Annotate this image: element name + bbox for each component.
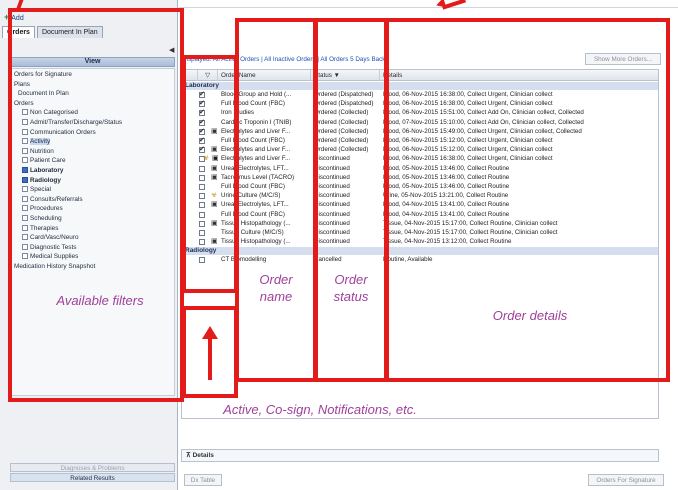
details-label: Details: [192, 452, 214, 459]
order-details-highlight-box: [385, 18, 670, 382]
filters-highlight-box: [8, 8, 184, 402]
active-cosign-note: Active, Co-sign, Notifications, etc.: [223, 402, 417, 417]
dx-table-button[interactable]: Dx Table: [184, 474, 222, 486]
orders-for-signature-button[interactable]: Orders For Signature: [588, 474, 664, 486]
up-arrow-shaft: [208, 338, 212, 380]
order-status-note: Order status: [333, 272, 369, 304]
expand-icon: ⊼: [186, 452, 191, 459]
top-strip: [179, 0, 678, 8]
order-name-highlight-box: [235, 18, 317, 382]
order-status-highlight-box: [314, 18, 388, 382]
order-name-note: Order name: [259, 272, 293, 304]
details-bar[interactable]: ⊼ Details: [181, 449, 659, 462]
up-arrow-head: [202, 326, 218, 339]
flags-highlight-box: [182, 55, 238, 293]
bottom-left-tabs: Diagnoses & Problems Related Results: [10, 462, 175, 482]
related-results-tab[interactable]: Related Results: [10, 473, 175, 482]
diagnoses-problems-tab[interactable]: Diagnoses & Problems: [10, 463, 175, 472]
available-filters-note: Available filters: [56, 293, 144, 308]
order-details-note: Order details: [492, 308, 568, 323]
